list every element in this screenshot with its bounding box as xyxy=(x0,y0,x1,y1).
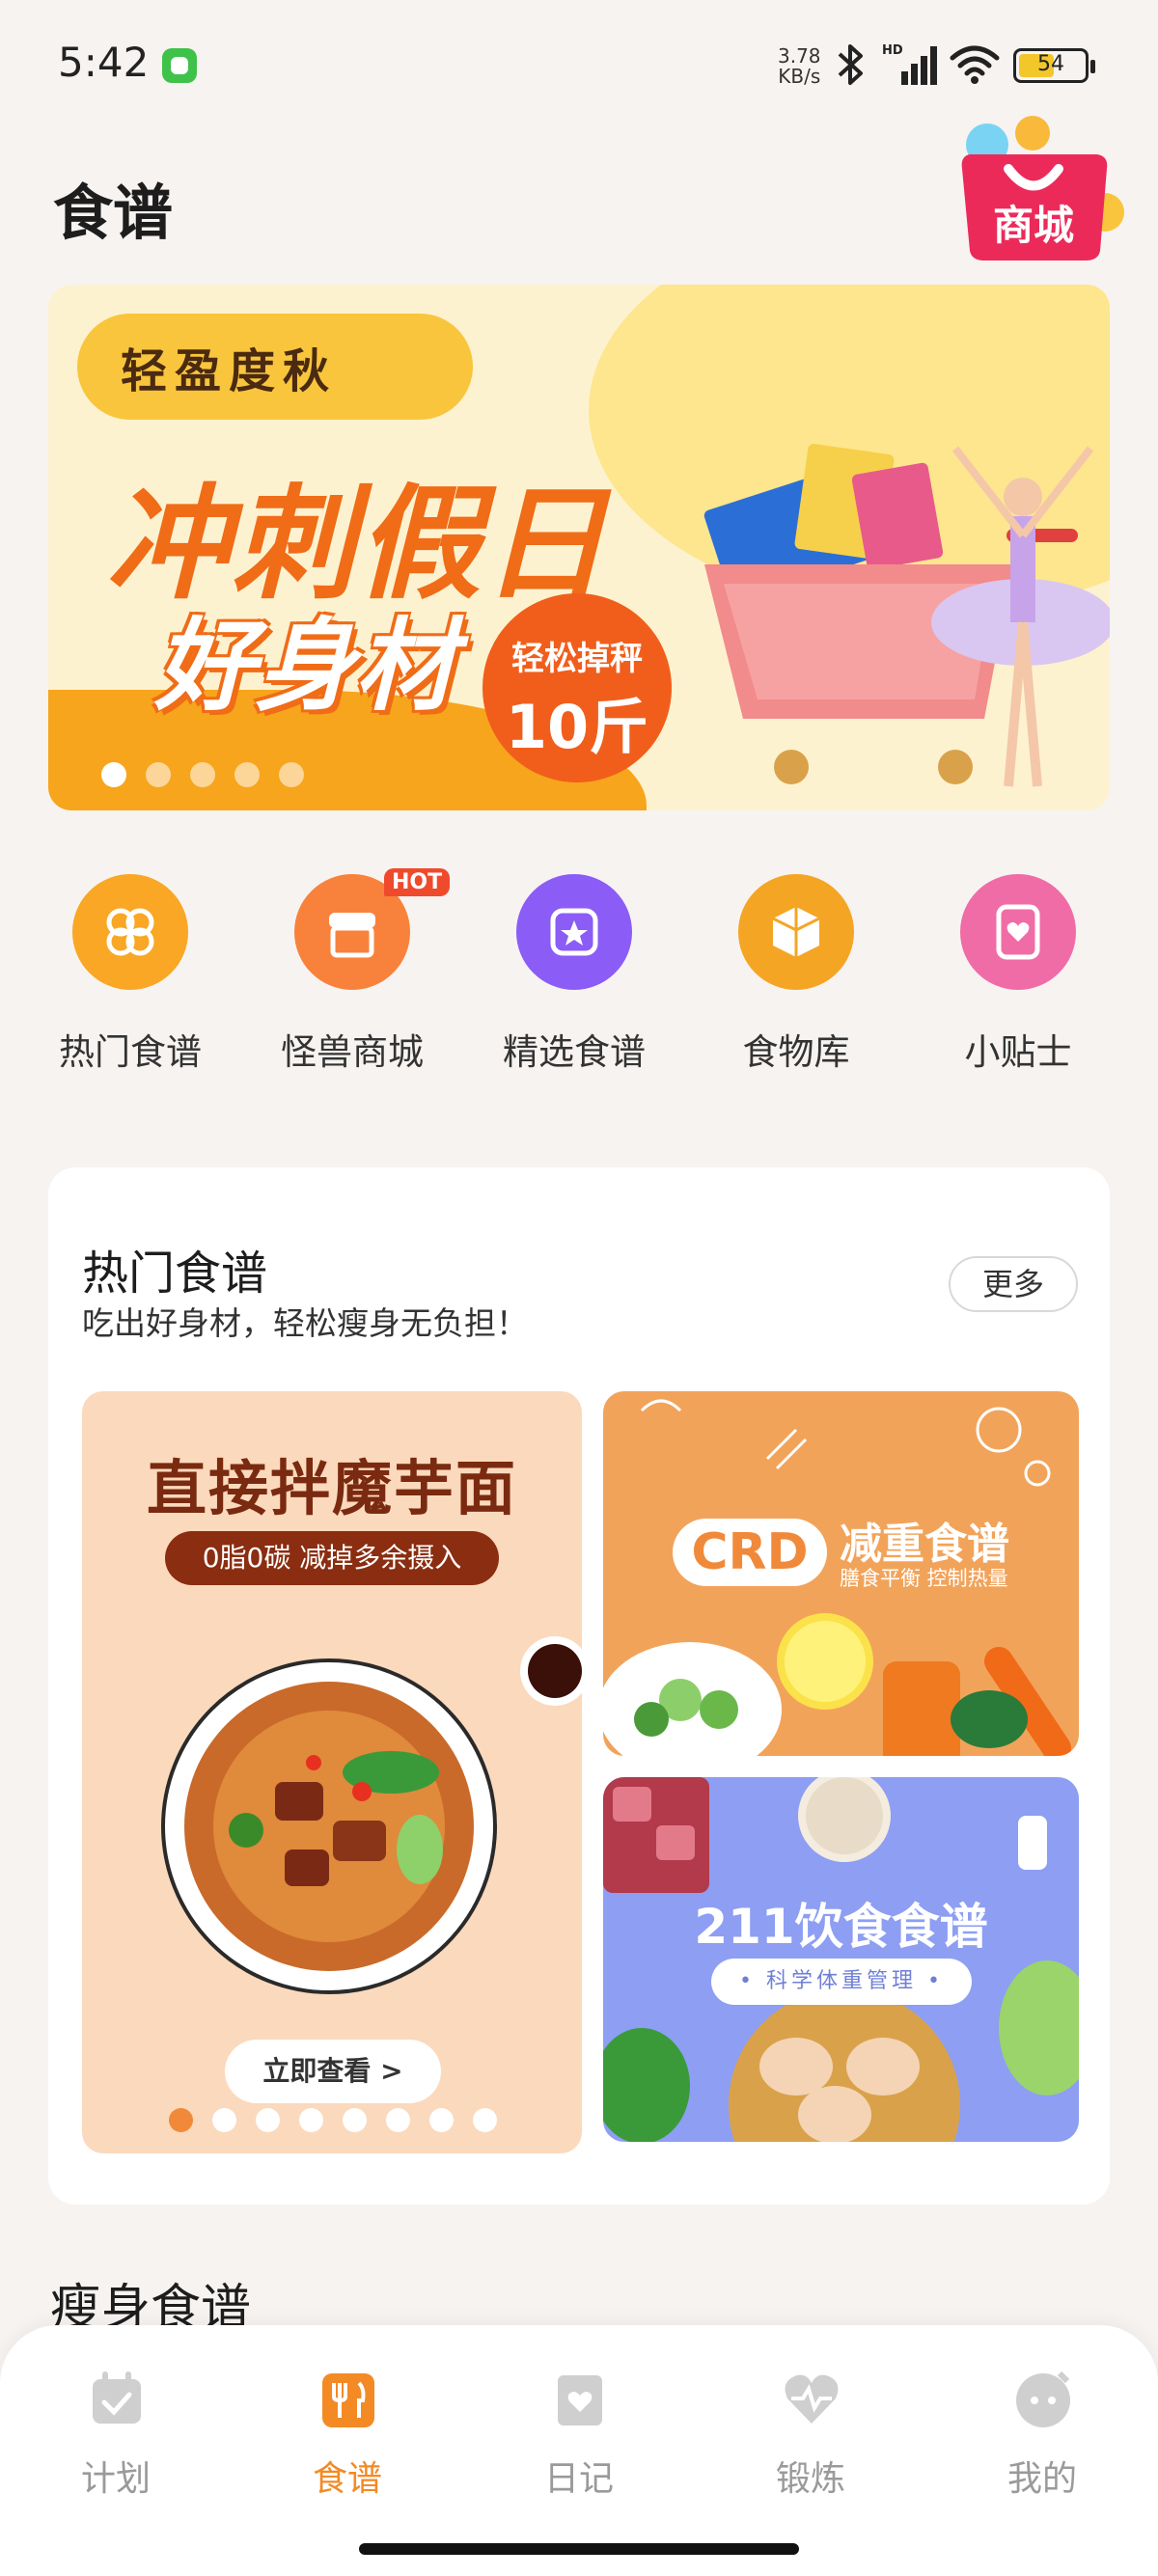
hot-recipes-card: 热门食谱 吃出好身材，轻松瘦身无负担！ 更多 直接拌魔芋面 0脂0碳 减掉多余摄… xyxy=(48,1167,1110,2205)
sauce-dish-icon xyxy=(520,1636,582,1706)
banner-tag: 轻盈度秋 xyxy=(121,344,338,398)
bottom-nav: 计划 食谱 日记 锻炼 我的 xyxy=(0,2325,1158,2576)
pagination-dot[interactable] xyxy=(343,2108,367,2132)
banner-seal: 轻松掉秤 10斤 xyxy=(482,593,672,782)
tab-label: 我的 xyxy=(1006,2459,1077,2499)
promo-noodle-pill: 0脂0碳 减掉多余摄入 xyxy=(165,1531,499,1585)
promo-211-title: 211饮食食谱 xyxy=(694,1899,988,1955)
banner-subline: 好身材 xyxy=(154,607,456,725)
messages-app-icon xyxy=(162,48,197,83)
promo-crd-recipes[interactable]: CRD 减重食谱 膳食平衡 控制热量 xyxy=(603,1391,1079,1756)
tab-3[interactable]: 锻炼 xyxy=(714,2354,907,2508)
clover-icon xyxy=(106,908,154,956)
tab-4[interactable]: 我的 xyxy=(946,2354,1139,2508)
vegetables-illustration xyxy=(603,1613,1071,1756)
pagination-dot[interactable] xyxy=(146,762,171,787)
network-speed-value: 3.78 xyxy=(778,44,821,68)
promo-pagination xyxy=(169,2108,497,2132)
heart-notebook-icon-circle xyxy=(960,874,1076,990)
quick-nav-label: 食物库 xyxy=(742,1031,850,1073)
pagination-dot[interactable] xyxy=(101,762,126,787)
tab-label: 计划 xyxy=(80,2459,151,2499)
quick-nav-label: 精选食谱 xyxy=(503,1031,646,1073)
pagination-dot[interactable] xyxy=(212,2108,236,2132)
page-title: 食谱 xyxy=(53,178,174,248)
promo-konjac-noodle[interactable]: 直接拌魔芋面 0脂0碳 减掉多余摄入 立即查看 > xyxy=(82,1391,582,2153)
cube-icon xyxy=(772,907,820,957)
calendar-check-icon xyxy=(93,2371,141,2424)
quick-nav-label: 热门食谱 xyxy=(59,1031,202,1073)
hot-badge: HOT xyxy=(384,868,451,896)
tab-0[interactable]: 计划 xyxy=(19,2354,212,2508)
more-button[interactable]: 更多 xyxy=(949,1256,1078,1312)
star-card-icon-circle xyxy=(516,874,632,990)
network-speed: 3.78 KB/s xyxy=(778,46,821,87)
banner-seal-line2: 10斤 xyxy=(505,692,649,762)
pagination-dot[interactable] xyxy=(299,2108,323,2132)
utensils-icon xyxy=(322,2373,374,2427)
pagination-dot[interactable] xyxy=(386,2108,410,2132)
crd-title: 减重食谱 xyxy=(840,1520,1009,1569)
monster-face-icon xyxy=(1016,2370,1070,2427)
mall-shop-bag-icon[interactable]: 商城 xyxy=(941,116,1124,260)
mall-badge-label: 商城 xyxy=(993,202,1074,249)
status-time: 5:42 xyxy=(58,39,150,86)
quick-nav-item[interactable]: 食物库 xyxy=(685,868,907,1090)
hot-recipes-subtitle: 吃出好身材，轻松瘦身无负担！ xyxy=(82,1304,528,1342)
pagination-dot[interactable] xyxy=(279,762,304,787)
quick-nav-item[interactable]: 热门食谱 xyxy=(19,868,241,1090)
cube-icon-circle xyxy=(738,874,854,990)
heart-notebook-icon xyxy=(996,904,1040,960)
network-speed-unit: KB/s xyxy=(778,65,821,88)
star-card-icon xyxy=(550,908,598,956)
quick-nav-label: 怪兽商城 xyxy=(281,1031,424,1073)
noodle-bowl-illustration xyxy=(161,1658,497,1994)
heart-diary-icon xyxy=(558,2375,602,2425)
pagination-dot[interactable] xyxy=(234,762,260,787)
quick-nav-item[interactable]: 小贴士 xyxy=(907,868,1129,1090)
battery-level: 54 xyxy=(1037,52,1064,76)
shopping-cart-illustration xyxy=(703,444,1110,787)
pagination-dot[interactable] xyxy=(190,762,215,787)
tab-1[interactable]: 食谱 xyxy=(251,2354,444,2508)
promo-banner[interactable]: 轻盈度秋 冲刺假日 好身材 轻松掉秤 10斤 xyxy=(48,285,1110,810)
pagination-dot[interactable] xyxy=(256,2108,280,2132)
hd-signal-icon: HD xyxy=(882,43,937,85)
status-bar: 5:42 3.78 KB/s HD 54 xyxy=(0,0,1158,125)
battery-icon: 54 xyxy=(1013,48,1095,83)
heartbeat-icon xyxy=(785,2374,839,2424)
store-icon xyxy=(329,913,375,958)
pagination-dot[interactable] xyxy=(169,2108,193,2132)
tab-label: 食谱 xyxy=(312,2459,382,2499)
wifi-icon xyxy=(950,45,1000,84)
home-indicator[interactable] xyxy=(359,2543,799,2555)
banner-seal-line1: 轻松掉秤 xyxy=(511,640,643,678)
promo-211-diet-recipes[interactable]: 211饮食食谱 • 科学体重管理 • xyxy=(603,1777,1079,2142)
quick-nav-label: 小贴士 xyxy=(964,1031,1072,1073)
hot-recipes-title: 热门食谱 xyxy=(82,1247,268,1301)
quick-nav-item[interactable]: 怪兽商城 HOT xyxy=(241,868,463,1090)
doodle-pattern xyxy=(640,1399,1051,1487)
promo-noodle-title: 直接拌魔芋面 xyxy=(146,1453,517,1523)
view-now-button[interactable]: 立即查看 > xyxy=(225,2040,441,2103)
svg-text:HD: HD xyxy=(882,43,903,58)
pagination-dot[interactable] xyxy=(473,2108,497,2132)
promo-211-pill: • 科学体重管理 • xyxy=(711,1959,972,2005)
crd-subtitle: 膳食平衡 控制热量 xyxy=(840,1567,1008,1590)
tab-label: 日记 xyxy=(543,2459,614,2499)
bluetooth-icon xyxy=(838,44,863,85)
crd-logo: CRD xyxy=(673,1519,827,1586)
clover-icon-circle xyxy=(72,874,188,990)
quick-nav-item[interactable]: 精选食谱 xyxy=(463,868,685,1090)
pagination-dot[interactable] xyxy=(429,2108,454,2132)
banner-pagination xyxy=(101,762,304,787)
tab-2[interactable]: 日记 xyxy=(482,2354,676,2508)
tab-label: 锻炼 xyxy=(775,2459,845,2499)
